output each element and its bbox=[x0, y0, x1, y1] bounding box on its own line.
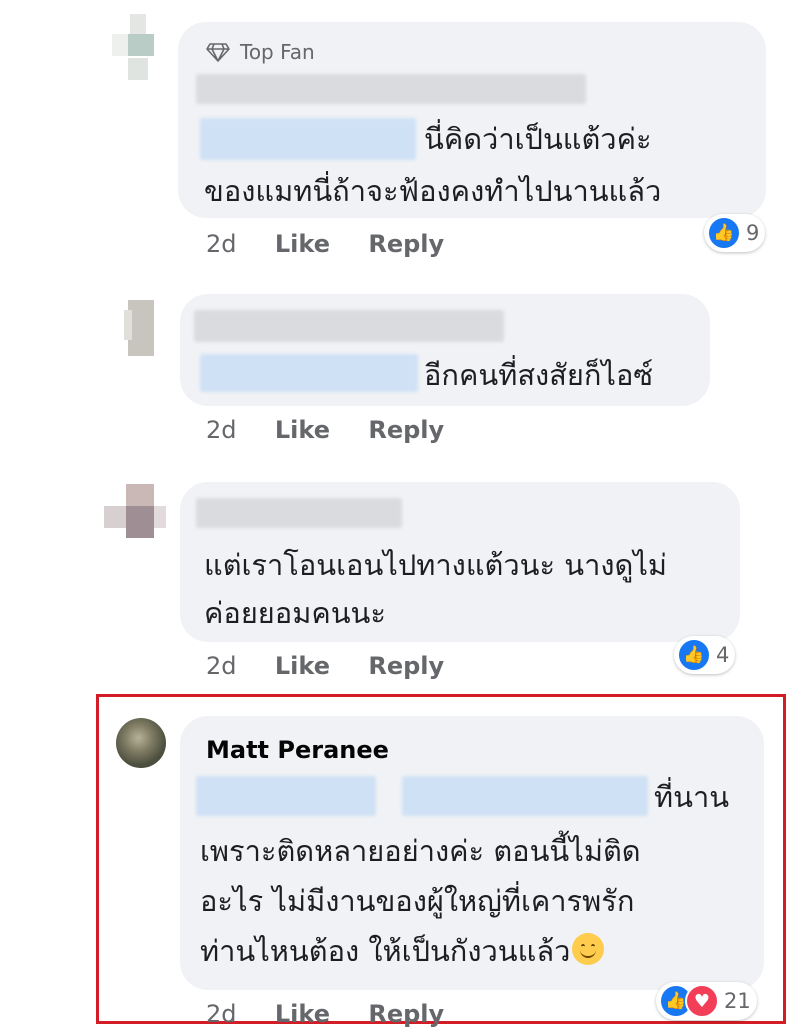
reaction-summary[interactable]: 👍 4 bbox=[674, 636, 736, 674]
comment-text-line: ท่านไหนต้อง ให้เป็นกังวนแล้ว bbox=[200, 934, 571, 968]
comment-actions: 2d Like Reply bbox=[206, 416, 444, 444]
comment-text: ค่อยยอมคนนะ bbox=[204, 596, 386, 630]
comment-text: อะไร ไม่มีงานของผู้ใหญ่ที่เคารพรัก bbox=[200, 884, 635, 918]
comment-age[interactable]: 2d bbox=[206, 416, 237, 444]
blurred-mention[interactable] bbox=[196, 776, 376, 816]
blurred-author-name bbox=[196, 74, 586, 104]
reaction-count: 4 bbox=[716, 643, 730, 667]
comment-text: นี่คิดว่าเป็นแต้วค่ะ bbox=[424, 122, 652, 156]
like-reaction-icon: 👍 bbox=[707, 216, 741, 250]
comment-age[interactable]: 2d bbox=[206, 652, 237, 680]
comment-actions: 2d Like Reply bbox=[206, 652, 444, 680]
comment-text: เพราะติดหลายอย่างค่ะ ตอนนี้ไม่ติด bbox=[200, 834, 641, 868]
blurred-author-name bbox=[194, 310, 504, 342]
like-button[interactable]: Like bbox=[275, 652, 330, 680]
diamond-icon bbox=[206, 43, 230, 62]
like-button[interactable]: Like bbox=[275, 230, 330, 258]
reply-button[interactable]: Reply bbox=[368, 652, 444, 680]
reaction-count: 9 bbox=[746, 221, 760, 245]
love-reaction-icon: ♥ bbox=[685, 984, 719, 1018]
reply-button[interactable]: Reply bbox=[368, 230, 444, 258]
comment-text: แต่เราโอนเอนไปทางแต้วนะ นางดูไม่ bbox=[204, 548, 668, 582]
comment-text: ท่านไหนต้อง ให้เป็นกังวนแล้ว bbox=[200, 926, 605, 976]
smile-emoji-icon bbox=[572, 933, 605, 965]
top-fan-badge: Top Fan bbox=[240, 40, 315, 64]
comment-text: อีกคนที่สงสัยก็ไอซ์ bbox=[424, 358, 654, 392]
blurred-mention[interactable] bbox=[402, 776, 648, 816]
reply-button[interactable]: Reply bbox=[368, 416, 444, 444]
reaction-count: 21 bbox=[724, 989, 751, 1013]
avatar-blurred[interactable] bbox=[104, 484, 166, 538]
blurred-mention[interactable] bbox=[200, 118, 416, 160]
comment-actions: 2d Like Reply bbox=[206, 230, 444, 258]
comment-age[interactable]: 2d bbox=[206, 230, 237, 258]
blurred-author-name bbox=[196, 498, 402, 528]
comment-text: ของแมทนี่ถ้าจะฟ้องคงทำไปนานแล้ว bbox=[204, 174, 662, 208]
reaction-summary[interactable]: 👍 9 bbox=[704, 214, 766, 252]
avatar-blurred[interactable] bbox=[112, 14, 156, 90]
reaction-summary[interactable]: 👍 ♥ 21 bbox=[656, 982, 757, 1020]
comment-author[interactable]: Matt Peranee bbox=[206, 736, 389, 764]
avatar-blurred[interactable] bbox=[124, 300, 160, 356]
blurred-mention[interactable] bbox=[200, 354, 418, 392]
like-reaction-icon: 👍 bbox=[677, 638, 711, 672]
comment-text: ที่นาน bbox=[654, 780, 730, 814]
avatar[interactable] bbox=[116, 718, 166, 768]
like-button[interactable]: Like bbox=[275, 416, 330, 444]
